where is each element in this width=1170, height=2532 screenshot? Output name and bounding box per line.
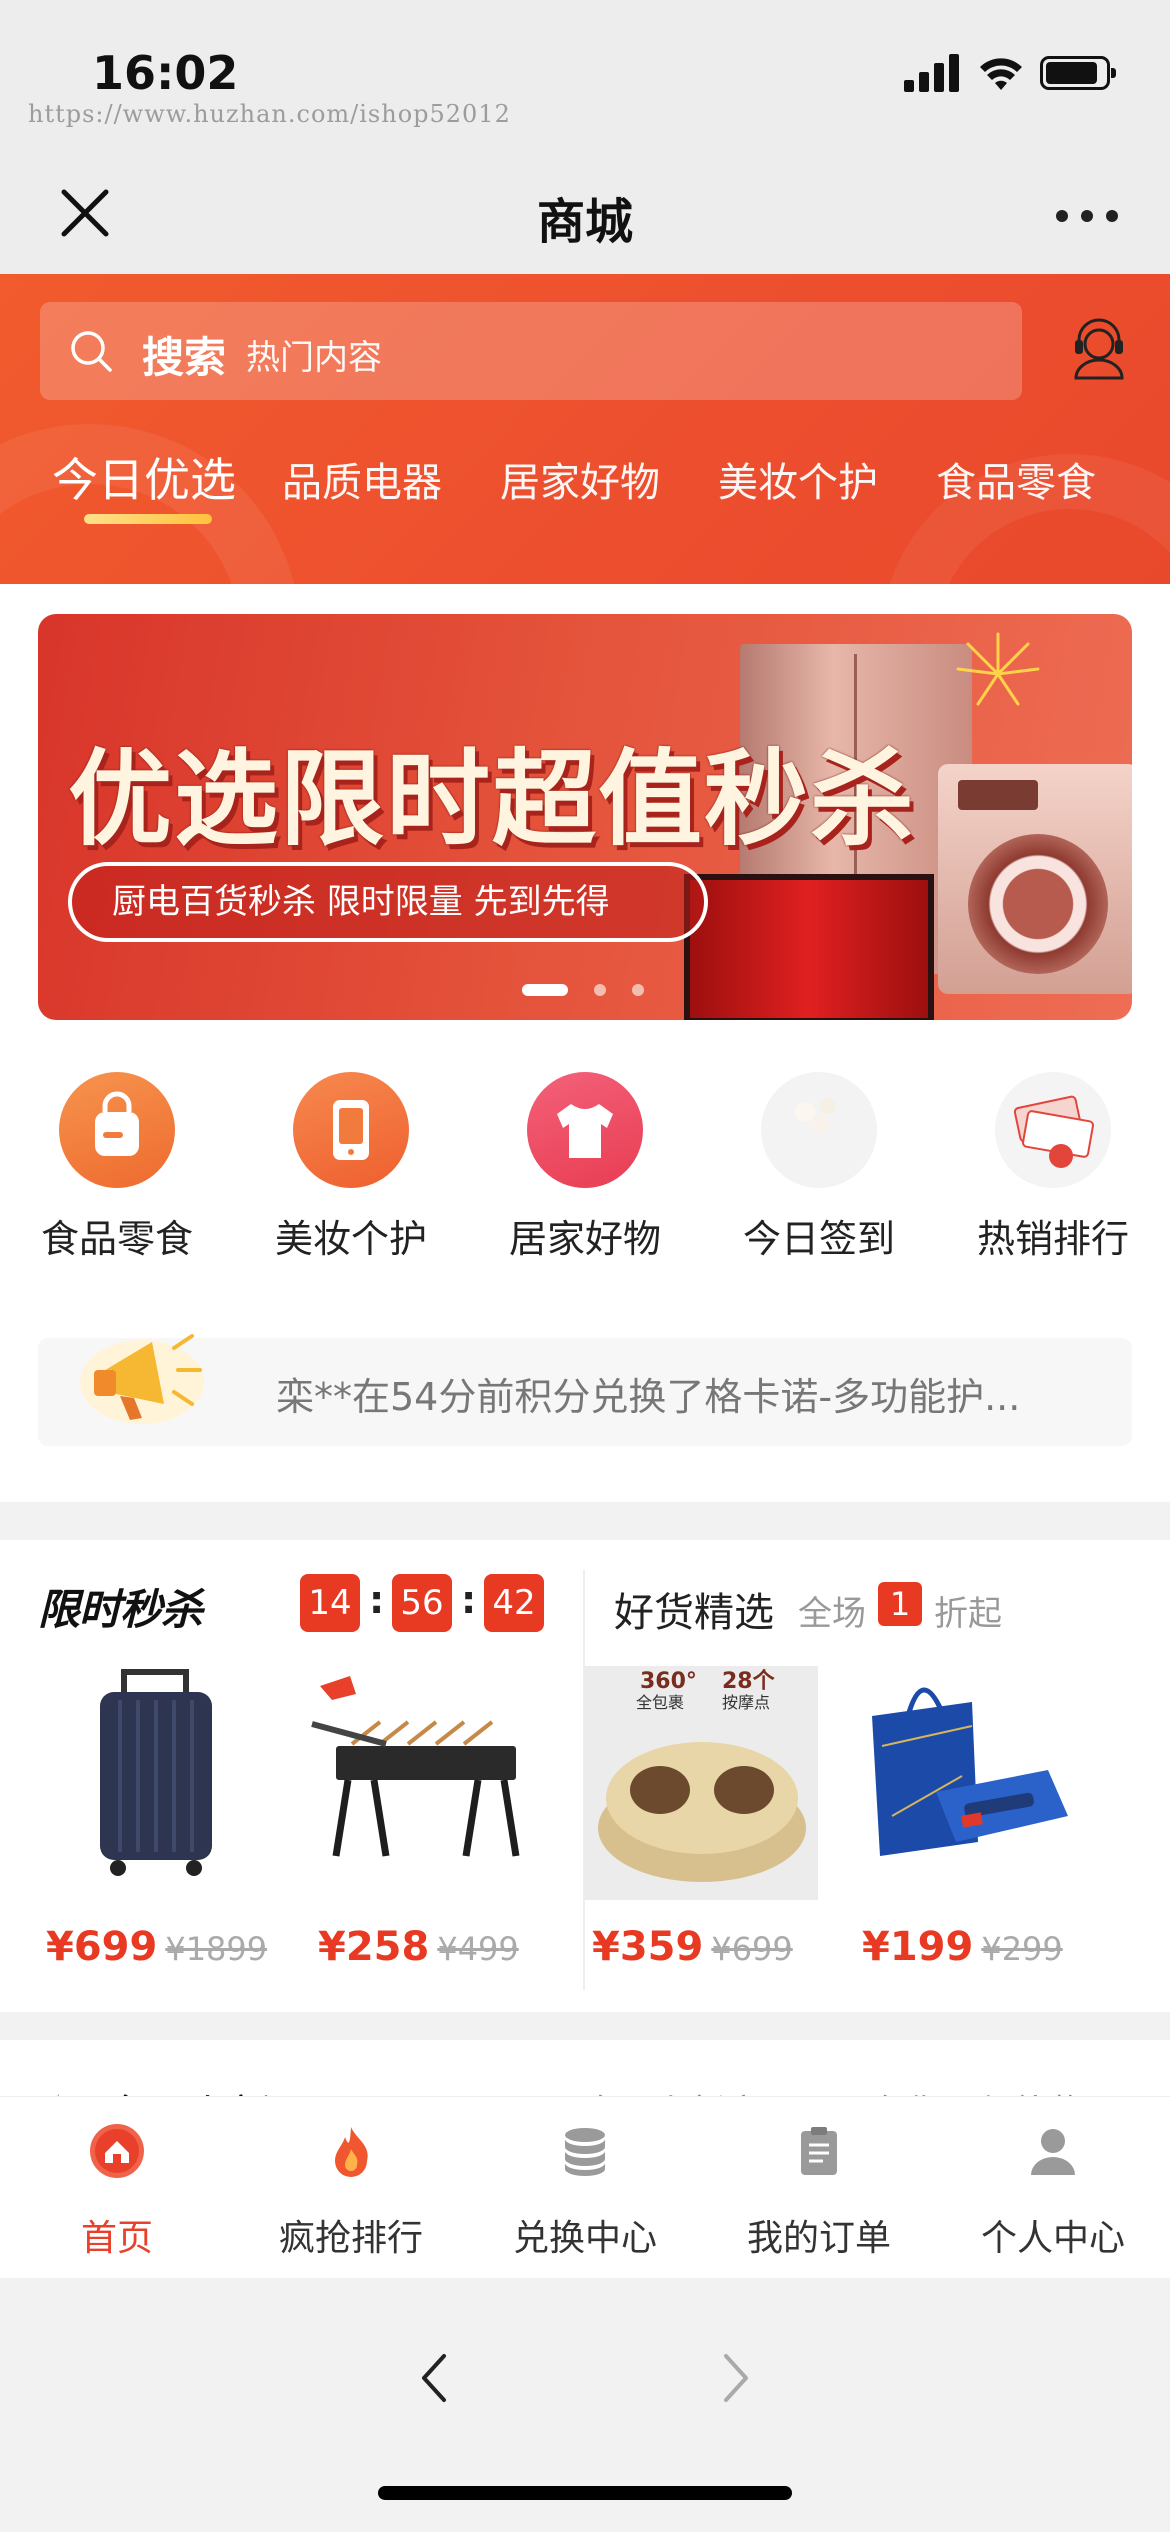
flash-sale-title: 限时秒杀 xyxy=(38,1585,203,1634)
flash-sale-section: 限时秒杀 14 : 56 : 42 好货精选 全场 1 折起 ¥699 ¥1899… xyxy=(0,1540,1170,2012)
firework-decoration xyxy=(956,632,1040,706)
good-picks-subtitle: 全场 xyxy=(798,1594,866,1634)
current-price: ¥199 xyxy=(862,1924,974,1970)
status-bar: 16:02 https://www.huzhan.com/ishop52012 xyxy=(0,0,1170,160)
product-luggage-image[interactable] xyxy=(38,1666,272,1906)
countdown-hours: 14 xyxy=(300,1574,360,1632)
tabbar-profile[interactable]: 个人中心 xyxy=(936,2097,1170,2279)
tab-snacks[interactable]: 食品零食 xyxy=(936,450,1096,508)
product-price: ¥258 ¥499 xyxy=(318,1924,519,1970)
signal-icon xyxy=(904,52,960,92)
fire-icon xyxy=(335,2127,368,2177)
active-tab-indicator xyxy=(84,514,212,524)
tabbar-hot-ranking[interactable]: 疯抢排行 xyxy=(234,2097,468,2279)
product-price: ¥699 ¥1899 xyxy=(46,1924,267,1970)
customer-service-icon[interactable] xyxy=(1064,314,1134,384)
battery-icon xyxy=(1040,56,1116,90)
product-price: ¥199 ¥299 xyxy=(862,1924,1063,1970)
original-price: ¥699 xyxy=(711,1930,793,1968)
good-picks-title[interactable]: 好货精选 xyxy=(614,1580,774,1638)
original-price: ¥299 xyxy=(981,1930,1063,1968)
quick-nav-checkin[interactable]: 今日签到 xyxy=(702,1072,936,1262)
notice-text: 栾**在54分前积分兑换了格卡诺-多功能护... xyxy=(276,1375,1021,1419)
home-indicator xyxy=(378,2486,792,2500)
countdown-minutes: 56 xyxy=(392,1574,452,1632)
original-price: ¥1899 xyxy=(165,1930,268,1968)
bottom-tab-bar: 首页 疯抢排行 兑换中心 我的订单 个人中心 xyxy=(0,2096,1170,2278)
product-price: ¥359 ¥699 xyxy=(592,1924,793,1970)
coupon-icon xyxy=(995,1072,1111,1188)
countdown-separator: : xyxy=(369,1578,385,1622)
phone-icon xyxy=(293,1072,409,1188)
notice-bar[interactable]: 栾**在54分前积分兑换了格卡诺-多功能护... xyxy=(38,1334,1132,1446)
tabbar-label: 个人中心 xyxy=(980,2218,1125,2259)
promo-banner[interactable]: 优选限时超值秒杀 厨电百货秒杀 限时限量 先到先得 xyxy=(38,614,1132,1020)
tabbar-label: 兑换中心 xyxy=(512,2218,657,2259)
back-arrow-icon[interactable] xyxy=(414,2348,454,2408)
search-label: 搜索 xyxy=(142,333,227,382)
countdown-separator: : xyxy=(461,1578,477,1622)
search-icon xyxy=(71,331,112,372)
quick-nav-label: 今日签到 xyxy=(742,1217,895,1261)
current-price: ¥359 xyxy=(592,1924,704,1970)
tabbar-exchange[interactable]: 兑换中心 xyxy=(468,2097,702,2279)
quick-nav: 食品零食 美妆个护 居家好物 今日签到 热销排行 xyxy=(0,1072,1170,1262)
product-massager-image[interactable]: 360° 全包裹 28个 按摩点 xyxy=(584,1666,818,1906)
current-price: ¥699 xyxy=(46,1924,158,1970)
current-price: ¥258 xyxy=(318,1924,430,1970)
url-watermark: https://www.huzhan.com/ishop52012 xyxy=(28,100,511,128)
tabbar-label: 疯抢排行 xyxy=(278,2218,423,2259)
tab-today-picks[interactable]: 今日优选 xyxy=(52,444,236,510)
home-icon xyxy=(90,2124,144,2178)
header: 搜索 热门内容 今日优选 品质电器 居家好物 美妆个护 食品零食 xyxy=(0,274,1170,584)
product-tag-points-caption: 按摩点 xyxy=(722,1693,770,1712)
banner-subtitle: 厨电百货秒杀 限时限量 先到先得 xyxy=(68,862,708,942)
tab-appliances[interactable]: 品质电器 xyxy=(282,450,442,508)
category-tabs: 今日优选 品质电器 居家好物 美妆个护 食品零食 xyxy=(0,444,1170,554)
nav-bar: 商城 xyxy=(0,160,1170,274)
database-icon xyxy=(565,2128,605,2176)
megaphone-icon xyxy=(80,1334,204,1424)
original-price: ¥499 xyxy=(437,1930,519,1968)
washer-image xyxy=(938,764,1132,994)
countdown-seconds: 42 xyxy=(484,1574,544,1632)
discount-badge: 1 xyxy=(878,1582,922,1626)
quick-nav-bestsellers[interactable]: 热销排行 xyxy=(936,1072,1170,1262)
search-placeholder: 热门内容 xyxy=(246,338,382,378)
product-tag-coverage: 360° xyxy=(640,1669,697,1694)
product-giftbox-image[interactable] xyxy=(852,1666,1086,1906)
product-tag-points: 28个 xyxy=(722,1669,776,1694)
quick-nav-home[interactable]: 居家好物 xyxy=(468,1072,702,1262)
tabbar-label: 我的订单 xyxy=(746,2218,891,2259)
forward-arrow-icon[interactable] xyxy=(716,2348,756,2408)
good-picks-subtitle: 折起 xyxy=(934,1594,1002,1634)
wifi-icon xyxy=(980,58,1022,90)
carousel-dots xyxy=(38,980,1132,1000)
user-icon xyxy=(1031,2129,1075,2175)
tab-beauty[interactable]: 美妆个护 xyxy=(718,450,878,508)
shirt-icon xyxy=(527,1072,643,1188)
banner-title: 优选限时超值秒杀 xyxy=(68,738,917,860)
search-bar[interactable]: 搜索 热门内容 xyxy=(40,302,1022,400)
coins-icon xyxy=(761,1072,877,1188)
quick-nav-label: 热销排行 xyxy=(976,1217,1129,1261)
quick-nav-label: 食品零食 xyxy=(40,1217,193,1261)
tabbar-label: 首页 xyxy=(80,2218,153,2259)
product-tag-coverage-caption: 全包裹 xyxy=(636,1693,684,1712)
quick-nav-beauty[interactable]: 美妆个护 xyxy=(234,1072,468,1262)
clipboard-icon xyxy=(801,2127,837,2175)
tab-home-goods[interactable]: 居家好物 xyxy=(500,450,660,508)
main-content: 优选限时超值秒杀 厨电百货秒杀 限时限量 先到先得 食品零食 美妆个护 居家好物… xyxy=(0,584,1170,1502)
backpack-icon xyxy=(59,1072,175,1188)
product-grill-image[interactable] xyxy=(306,1666,540,1906)
page-title: 商城 xyxy=(536,194,633,250)
quick-nav-label: 居家好物 xyxy=(508,1217,661,1261)
more-icon[interactable] xyxy=(1052,200,1122,230)
tabbar-home[interactable]: 首页 xyxy=(0,2097,234,2279)
tabbar-orders[interactable]: 我的订单 xyxy=(702,2097,936,2279)
status-time: 16:02 xyxy=(92,46,239,100)
quick-nav-label: 美妆个护 xyxy=(274,1217,427,1261)
quick-nav-snacks[interactable]: 食品零食 xyxy=(0,1072,234,1262)
